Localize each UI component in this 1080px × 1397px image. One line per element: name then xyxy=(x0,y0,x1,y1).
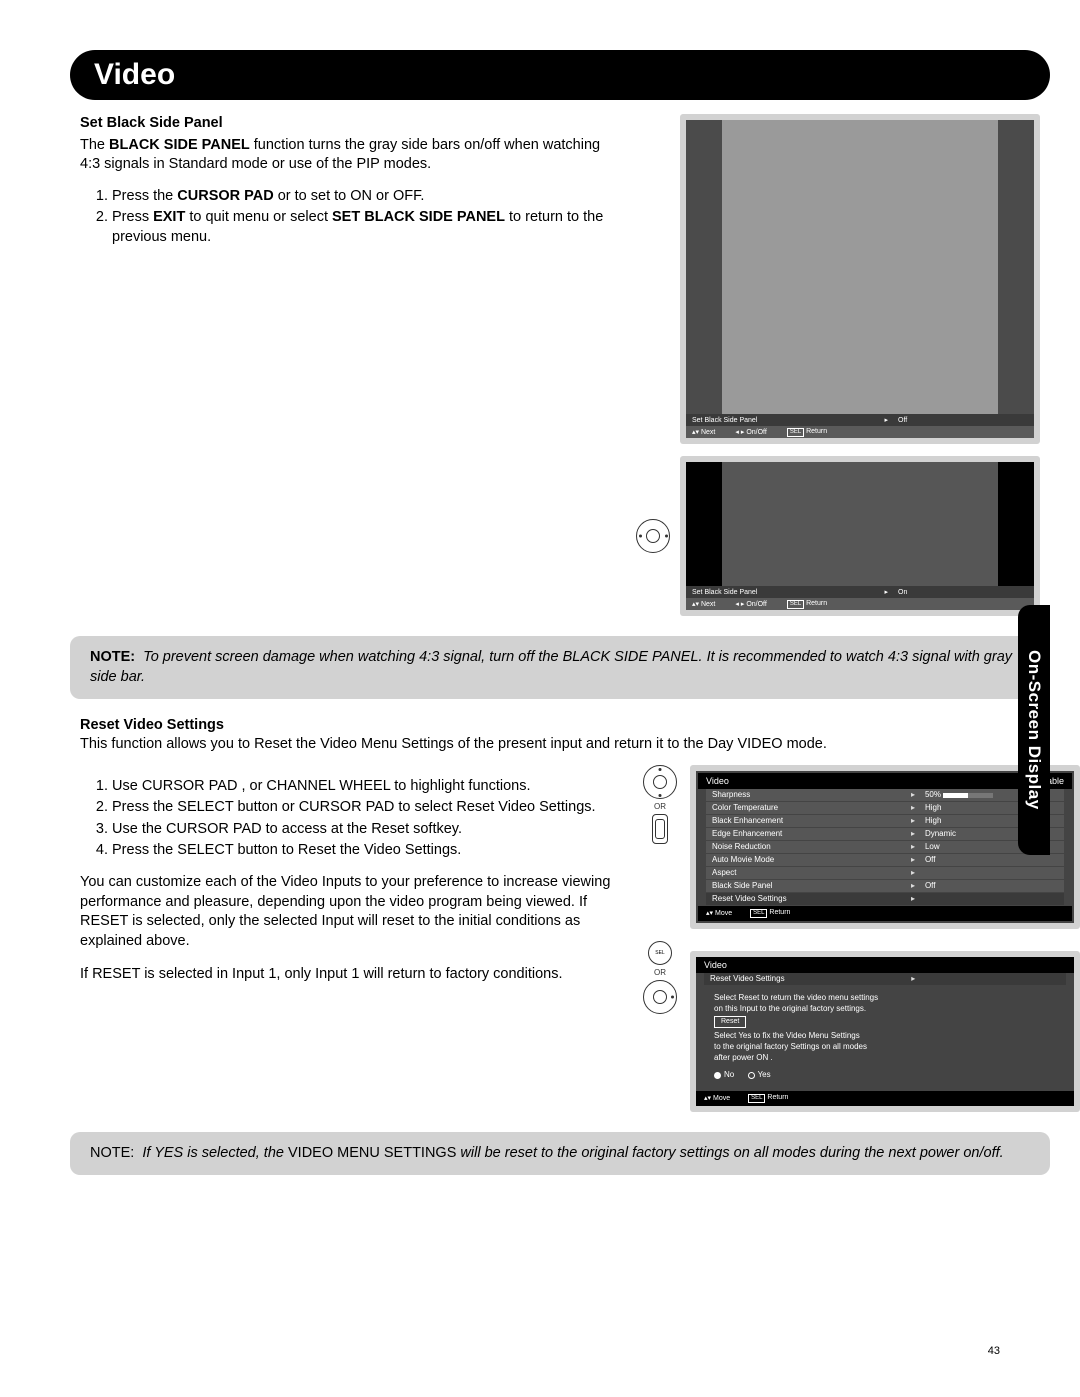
tv-mock-off: Set Black Side Panel ▸ Off ▴▾ Next ◂ ▸ O… xyxy=(680,114,1040,444)
menu-row: Black Side Panel▸Off xyxy=(706,880,1064,893)
section2-intro: This function allows you to Reset the Vi… xyxy=(80,735,1040,755)
menu-row: Color Temperature▸High xyxy=(706,802,1064,815)
section2-para2: You can customize each of the Video Inpu… xyxy=(80,873,620,951)
cursor-pad-icon xyxy=(643,765,677,799)
menu-row: Noise Reduction▸Low xyxy=(706,841,1064,854)
menu-row: Auto Movie Mode▸Off xyxy=(706,854,1064,867)
control-icons-2: SEL OR xyxy=(640,941,680,1014)
side-tab: On-Screen Display xyxy=(1018,605,1050,855)
page-number: 43 xyxy=(988,1345,1000,1357)
section1-heading: Set Black Side Panel xyxy=(80,114,620,134)
section2-heading: Reset Video Settings xyxy=(80,717,1040,733)
page-title-bar: Video xyxy=(70,50,1050,100)
section1-steps: Press the CURSOR PAD or to set to ON or … xyxy=(80,187,620,248)
note-2: NOTE: If YES is selected, the VIDEO MENU… xyxy=(70,1132,1050,1176)
section2-para3: If RESET is selected in Input 1, only In… xyxy=(80,965,620,985)
section2-steps: Use CURSOR PAD , or CHANNEL WHEEL to hig… xyxy=(80,777,620,861)
menu-row: Sharpness▸50% xyxy=(706,789,1064,802)
section1-intro: The BLACK SIDE PANEL function turns the … xyxy=(80,136,620,175)
control-icons-1: OR xyxy=(640,765,680,844)
tv-mock-on: Set Black Side Panel ▸ On ▴▾ Next ◂ ▸ On… xyxy=(680,456,1040,616)
reset-dialog-mock: Video Reset Video Settings▸ Select Reset… xyxy=(690,951,1080,1112)
note-1: NOTE: To prevent screen damage when watc… xyxy=(70,636,1050,699)
menu-row: Reset Video Settings▸ xyxy=(706,893,1064,906)
menu-row: Black Enhancement▸High xyxy=(706,815,1064,828)
select-button-icon: SEL xyxy=(648,941,672,965)
menu-row: Edge Enhancement▸Dynamic xyxy=(706,828,1064,841)
menu-row: Aspect▸ xyxy=(706,867,1064,880)
channel-wheel-icon xyxy=(652,814,668,844)
cursor-pad-right-icon xyxy=(643,980,677,1014)
cursor-pad-icon xyxy=(636,519,670,553)
